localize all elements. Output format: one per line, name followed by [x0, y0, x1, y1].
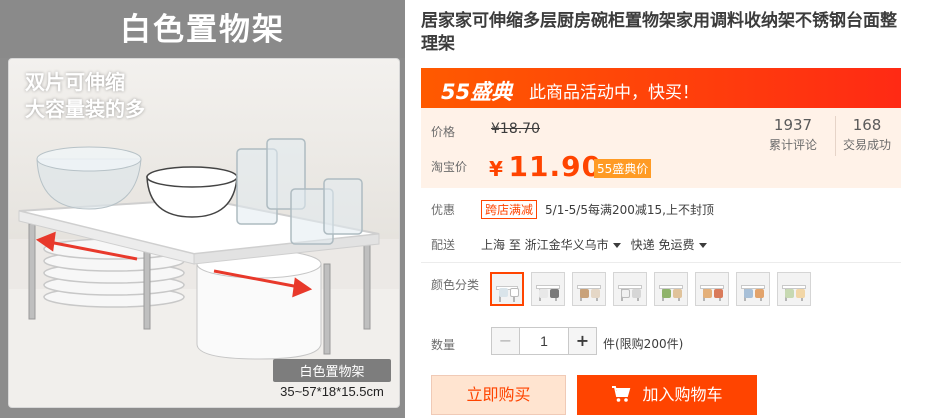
variant-swatch[interactable] — [490, 272, 524, 306]
product-title: 居家家可伸缩多层厨房碗柜置物架家用调料收纳架不锈钢台面整理架 — [421, 11, 897, 54]
chevron-down-icon — [698, 243, 707, 248]
current-price: ¥ 11.90 — [489, 150, 602, 183]
quantity-input[interactable] — [520, 328, 568, 354]
coupon-text: 5/1-5/5每满200减15,上不封顶 — [545, 203, 714, 217]
pot — [196, 249, 322, 360]
currency-symbol: ¥ — [489, 157, 503, 181]
variant-swatches — [490, 272, 818, 306]
section-divider — [421, 262, 901, 263]
size-label-dimensions: 35~57*18*15.5cm — [280, 384, 384, 399]
chevron-down-icon — [612, 243, 621, 248]
sales-label: 交易成功 — [843, 138, 892, 152]
variant-swatch[interactable] — [736, 272, 770, 306]
glass-bowl — [36, 146, 142, 210]
price-box: 价格 ¥18.70 淘宝价 ¥ 11.90 55盛典价 1937 累计评论 16… — [421, 108, 901, 188]
sales-count: 168 — [852, 116, 882, 134]
coupon-label: 优惠 — [431, 203, 456, 217]
coupon-tag[interactable]: 跨店满减 — [481, 200, 538, 219]
event-price-tag: 55盛典价 — [594, 159, 652, 178]
reviews-stat[interactable]: 1937 累计评论 — [769, 116, 817, 153]
sales-stat: 168 交易成功 — [843, 116, 891, 153]
promo-badge: 55盛典 — [441, 80, 513, 104]
reviews-label: 累计评论 — [769, 138, 818, 152]
size-label-name: 白色置物架 — [273, 359, 391, 382]
variant-label: 颜色分类 — [431, 278, 480, 292]
promo-bar[interactable]: 55盛典 此商品活动中，快买！ — [421, 68, 901, 108]
shipping-from: 上海 至 — [481, 238, 521, 252]
caption-line-1: 双片可伸缩 — [25, 70, 125, 94]
shipping-method: 快递 免运费 — [630, 238, 695, 252]
variant-swatch[interactable] — [695, 272, 729, 306]
add-to-cart-button[interactable]: 加入购物车 — [577, 375, 757, 415]
quantity-label: 数量 — [431, 338, 456, 352]
current-price-label: 淘宝价 — [431, 160, 468, 174]
variant-swatch[interactable] — [654, 272, 688, 306]
cart-icon — [612, 386, 631, 402]
shipping-label: 配送 — [431, 238, 456, 252]
buy-now-button[interactable]: 立即购买 — [431, 375, 566, 415]
quantity-increase-button[interactable]: + — [568, 328, 596, 354]
purchase-limit-note: 件(限购200件) — [603, 337, 684, 351]
original-price: ¥18.70 — [491, 121, 540, 137]
shipping-row: 配送 上海 至 浙江金华义乌市 快递 免运费 — [421, 236, 901, 253]
variant-swatch[interactable] — [777, 272, 811, 306]
shipping-destination: 浙江金华义乌市 — [524, 238, 609, 252]
gallery-banner: 白色置物架 — [0, 0, 405, 58]
shipping-destination-select[interactable]: 浙江金华义乌市 — [525, 238, 621, 252]
quantity-decrease-button[interactable]: − — [492, 328, 520, 354]
variant-swatch[interactable] — [531, 272, 565, 306]
promo-text: 此商品活动中，快买！ — [529, 83, 699, 103]
product-photo[interactable]: 双片可伸缩 大容量装的多 白色置物架 35~57*18*15.5cm — [8, 58, 400, 408]
reviews-count: 1937 — [773, 116, 813, 134]
product-gallery: 白色置物架 双片可伸缩 大容量装的多 白色置物架 35~57*18*15.5cm — [0, 0, 405, 418]
photo-caption: 双片可伸缩 大容量装的多 — [25, 69, 145, 123]
add-to-cart-label: 加入购物车 — [642, 385, 723, 404]
quantity-stepper: − + — [491, 327, 597, 355]
shipping-method-select[interactable]: 快递 免运费 — [631, 238, 707, 252]
original-price-label: 价格 — [431, 125, 456, 139]
current-price-value: 11.90 — [508, 150, 603, 183]
coupon-row: 优惠 跨店满减 5/1-5/5每满200减15,上不封顶 — [421, 200, 901, 219]
caption-line-2: 大容量装的多 — [25, 97, 145, 121]
variant-swatch[interactable] — [572, 272, 606, 306]
stats-divider — [835, 116, 836, 156]
variant-swatch[interactable] — [613, 272, 647, 306]
product-size-label: 白色置物架 35~57*18*15.5cm — [273, 359, 391, 399]
